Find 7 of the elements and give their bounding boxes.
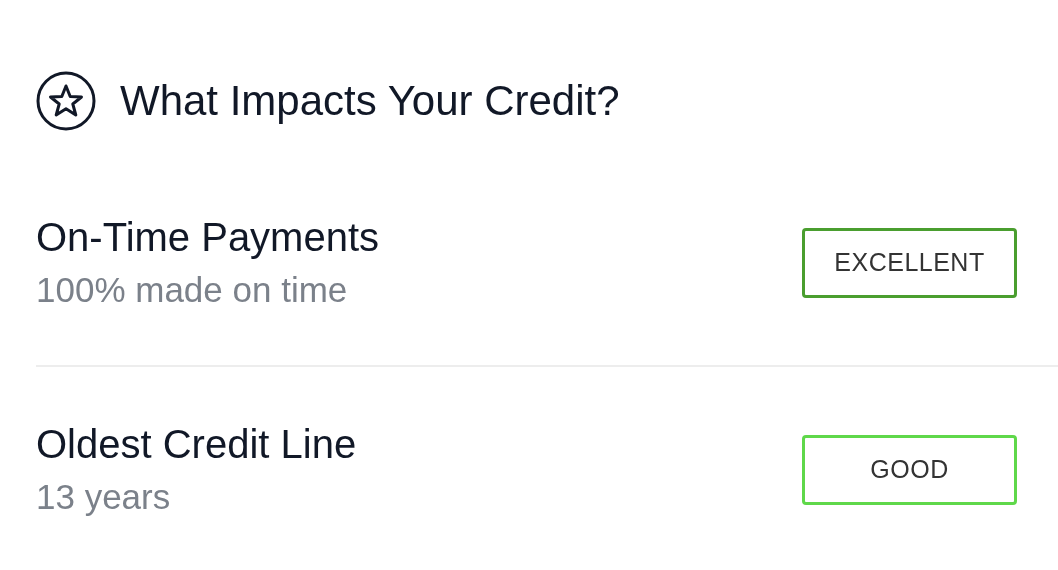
factor-detail: 13 years bbox=[36, 478, 172, 517]
factor-name: On-Time Payments bbox=[36, 215, 380, 260]
factor-detail: 100% made on time bbox=[36, 271, 349, 310]
rating-badge: GOOD bbox=[802, 434, 1017, 505]
rating-badge: EXCELLENT bbox=[802, 227, 1017, 298]
factor-name: Oldest Credit Line bbox=[36, 422, 357, 467]
section-title: What Impacts Your Credit? bbox=[120, 80, 620, 122]
